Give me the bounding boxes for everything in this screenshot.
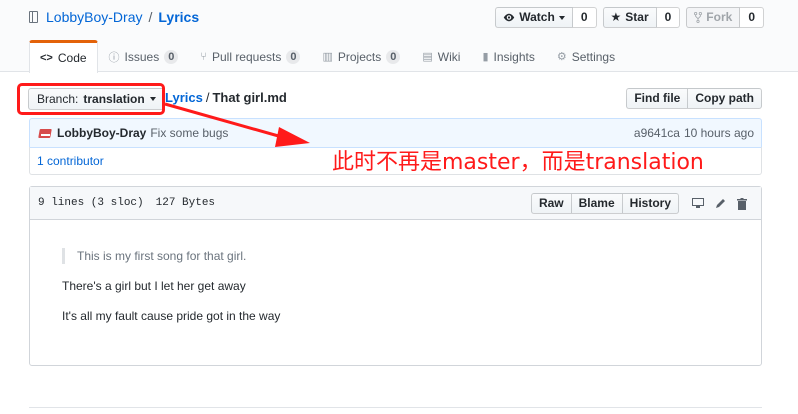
watch-label: Watch (519, 10, 555, 24)
tab-issues-count: 0 (164, 49, 179, 64)
annotation-text: 此时不再是master，而是translation (332, 150, 704, 175)
pull-request-icon: ⑂ (200, 50, 207, 63)
repo-icon (29, 11, 38, 23)
breadcrumb-separator: / (205, 90, 210, 105)
code-icon: <> (40, 52, 53, 64)
file-info: 9 lines (3 sloc) 127 Bytes (38, 197, 215, 209)
tab-issues-label: Issues (124, 49, 160, 64)
divider (29, 407, 762, 408)
issue-icon: ⓘ (108, 51, 120, 64)
repo-actions: Watch 0 ★ Star 0 Fork 0 (495, 7, 764, 28)
commit-meta: a9641ca 10 hours ago (634, 126, 754, 140)
fork-count[interactable]: 0 (740, 7, 764, 28)
repo-nav: <> Code ⓘ Issues 0 ⑂ Pull requests 0 ▥ P… (29, 40, 626, 73)
graph-icon: ▮ (482, 51, 489, 63)
file-size-info: 127 Bytes (155, 197, 216, 209)
tab-pull-requests[interactable]: ⑂ Pull requests 0 (189, 40, 311, 72)
star-count[interactable]: 0 (656, 7, 681, 28)
book-icon: ▤ (422, 51, 433, 63)
commit-message[interactable]: Fix some bugs (150, 126, 228, 140)
file-actions: Raw Blame History (530, 193, 753, 214)
tab-insights-label: Insights (493, 49, 535, 64)
commit-sha[interactable]: a9641ca (634, 126, 680, 140)
repo-title: LobbyBoy-Dray / Lyrics (29, 9, 199, 25)
watch-group: Watch 0 (495, 7, 597, 28)
tab-code[interactable]: <> Code (29, 40, 98, 73)
fork-icon (694, 12, 703, 23)
breadcrumb-file: That girl.md (212, 90, 287, 105)
tab-insights[interactable]: ▮ Insights (471, 40, 545, 72)
markdown-body: This is my first song for that girl. The… (30, 220, 761, 324)
tab-settings[interactable]: ⚙ Settings (546, 40, 626, 72)
file-nav-buttons: Find file Copy path (626, 88, 762, 109)
tab-pull-requests-count: 0 (286, 49, 301, 64)
breadcrumb-repo-link[interactable]: Lyrics (165, 90, 203, 105)
chevron-down-icon (558, 15, 565, 20)
blockquote: This is my first song for that girl. (62, 248, 729, 264)
watch-button[interactable]: Watch (495, 7, 573, 28)
tab-wiki[interactable]: ▤ Wiki (411, 40, 471, 72)
content-line-2: It's all my fault cause pride got in the… (62, 309, 281, 323)
tab-projects-count: 0 (386, 49, 401, 64)
commit-author[interactable]: LobbyBoy-Dray (57, 126, 146, 140)
tab-projects[interactable]: ▥ Projects 0 (311, 40, 411, 72)
repo-owner-link[interactable]: LobbyBoy-Dray (46, 9, 143, 25)
star-label: Star (625, 10, 649, 24)
repo-name-link[interactable]: Lyrics (158, 9, 199, 25)
find-file-button[interactable]: Find file (626, 88, 689, 109)
watch-count[interactable]: 0 (572, 7, 597, 28)
star-button[interactable]: ★ Star (602, 7, 657, 28)
project-icon: ▥ (322, 51, 333, 63)
history-button[interactable]: History (622, 193, 679, 214)
commit-time: 10 hours ago (683, 126, 754, 140)
tab-code-label: Code (57, 51, 87, 65)
fork-button[interactable]: Fork (686, 7, 741, 28)
file-header: 9 lines (3 sloc) 127 Bytes Raw Blame Hist… (30, 187, 761, 220)
annotation-highlight-box (17, 83, 165, 115)
file-lines-info: 9 lines (3 sloc) (38, 197, 144, 209)
gear-icon: ⚙ (556, 51, 567, 63)
fork-group: Fork 0 (686, 7, 764, 28)
breadcrumb: Lyrics / That girl.md (165, 90, 287, 105)
desktop-icon[interactable] (687, 193, 709, 214)
trash-icon[interactable] (731, 193, 753, 214)
star-icon: ★ (610, 10, 622, 24)
avatar[interactable] (38, 126, 52, 140)
pencil-icon[interactable] (709, 193, 731, 214)
copy-path-button[interactable]: Copy path (688, 88, 762, 109)
fork-label: Fork (706, 10, 733, 24)
tab-issues[interactable]: ⓘ Issues 0 (98, 40, 190, 72)
eye-icon (504, 13, 515, 22)
repo-title-separator: / (148, 9, 153, 25)
star-group: ★ Star 0 (602, 7, 681, 28)
tab-projects-label: Projects (337, 49, 382, 64)
tab-settings-label: Settings (571, 49, 616, 64)
contributors-link[interactable]: 1 contributor (37, 154, 104, 168)
raw-button[interactable]: Raw (530, 193, 572, 214)
file-box: 9 lines (3 sloc) 127 Bytes Raw Blame Hist… (29, 186, 762, 366)
tab-pull-requests-label: Pull requests (211, 49, 282, 64)
tab-wiki-label: Wiki (437, 49, 461, 64)
content-line-1: There's a girl but I let her get away (62, 279, 246, 293)
blame-button[interactable]: Blame (571, 193, 623, 214)
repo-header: LobbyBoy-Dray / Lyrics Watch 0 ★ Star 0 … (0, 0, 798, 73)
